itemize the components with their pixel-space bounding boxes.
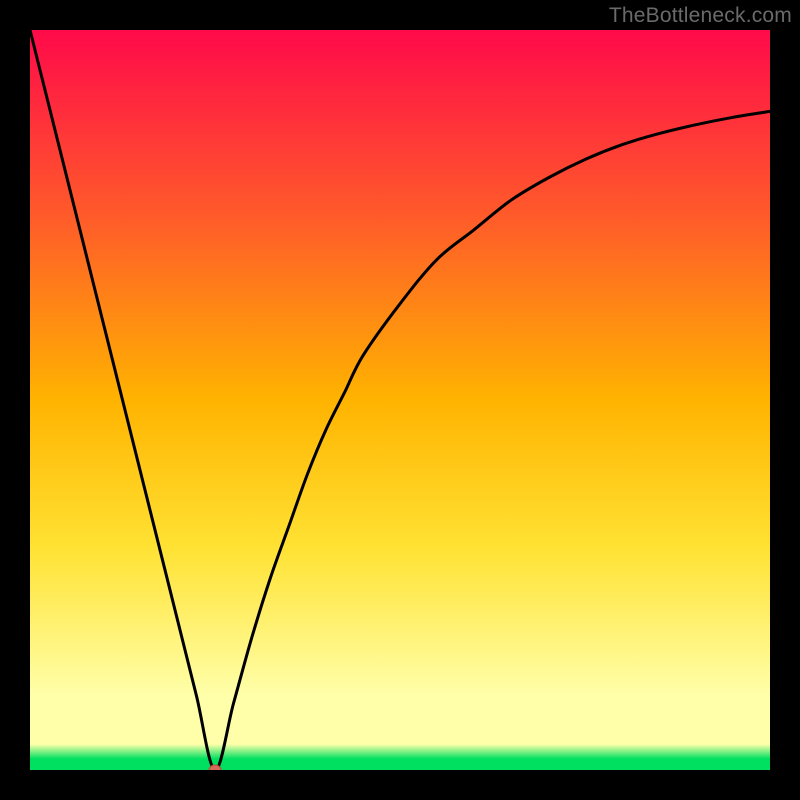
plot-area (30, 30, 770, 770)
chart-frame: TheBottleneck.com (0, 0, 800, 800)
watermark-label: TheBottleneck.com (609, 4, 792, 28)
chart-svg (30, 30, 770, 770)
gradient-background (30, 30, 770, 770)
